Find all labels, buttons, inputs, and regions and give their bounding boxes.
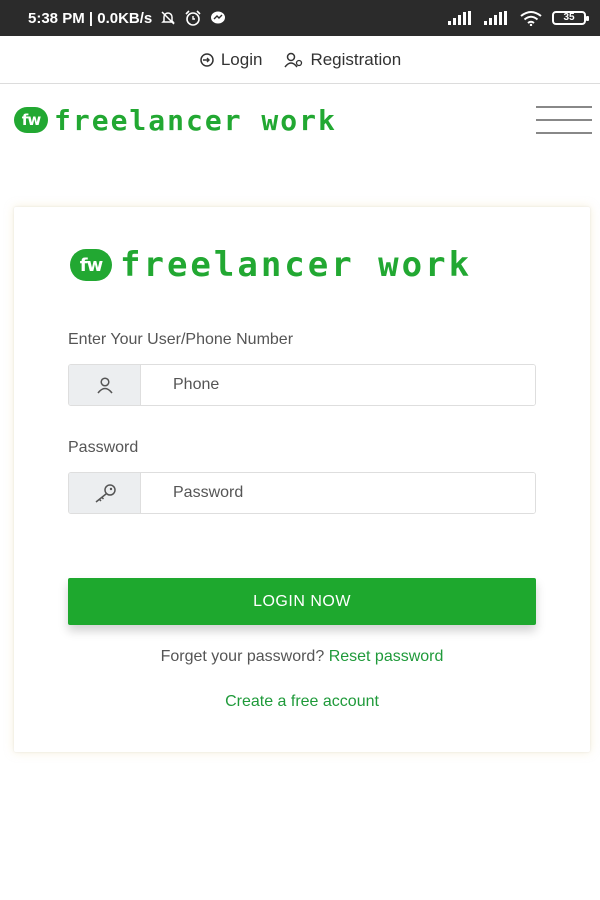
site-header: fw freelancer work — [0, 84, 600, 156]
battery-level: 35 — [563, 12, 575, 23]
alarm-icon — [185, 10, 201, 26]
create-account-row: Create a free account — [14, 693, 590, 711]
key-icon — [95, 484, 116, 503]
user-icon — [96, 377, 113, 394]
forgot-password-text: Forget your password? — [160, 648, 325, 665]
card-logo-text: freelancer work — [120, 245, 473, 285]
password-field-label: Password — [68, 439, 139, 456]
header-logo[interactable]: fw freelancer work — [14, 104, 337, 137]
battery-icon: 35 — [552, 11, 589, 25]
phone-input[interactable] — [141, 365, 535, 405]
user-field-label: Enter Your User/Phone Number — [68, 331, 294, 348]
password-input[interactable] — [141, 473, 535, 513]
signal-icon — [448, 11, 471, 25]
login-icon — [200, 52, 214, 67]
login-link-label: Login — [220, 49, 263, 69]
phone-input-group — [68, 364, 536, 406]
password-addon — [69, 473, 141, 513]
status-left: 5:38 PM | 0.0KB/s — [28, 10, 226, 27]
signal-icon-2 — [484, 11, 507, 25]
password-input-group — [68, 472, 536, 514]
bell-off-icon — [161, 11, 176, 25]
reset-password-link[interactable]: Reset password — [329, 648, 444, 665]
login-card: fw freelancer work Enter Your User/Phone… — [14, 207, 590, 752]
logo-text: freelancer work — [54, 103, 337, 137]
user-add-icon — [284, 52, 303, 67]
wifi-icon — [520, 11, 542, 26]
logo-badge: fw — [14, 107, 48, 133]
top-links-bar: Login Registration — [0, 36, 600, 84]
phone-addon — [69, 365, 141, 405]
registration-link[interactable]: Registration — [284, 50, 401, 70]
card-logo: fw freelancer work — [70, 245, 472, 285]
hamburger-menu-icon[interactable] — [536, 106, 592, 134]
create-account-link[interactable]: Create a free account — [225, 693, 379, 710]
registration-link-label: Registration — [310, 49, 402, 69]
status-right: 35 — [448, 10, 589, 26]
login-link[interactable]: Login — [199, 49, 263, 70]
status-bar: 5:38 PM | 0.0KB/s 35 — [0, 0, 600, 36]
messenger-icon — [211, 11, 226, 24]
card-logo-badge: fw — [70, 249, 112, 281]
forgot-password-row: Forget your password? Reset password — [14, 648, 590, 666]
status-time: 5:38 PM | 0.0KB/s — [28, 9, 153, 27]
login-now-button[interactable]: LOGIN NOW — [68, 578, 536, 625]
